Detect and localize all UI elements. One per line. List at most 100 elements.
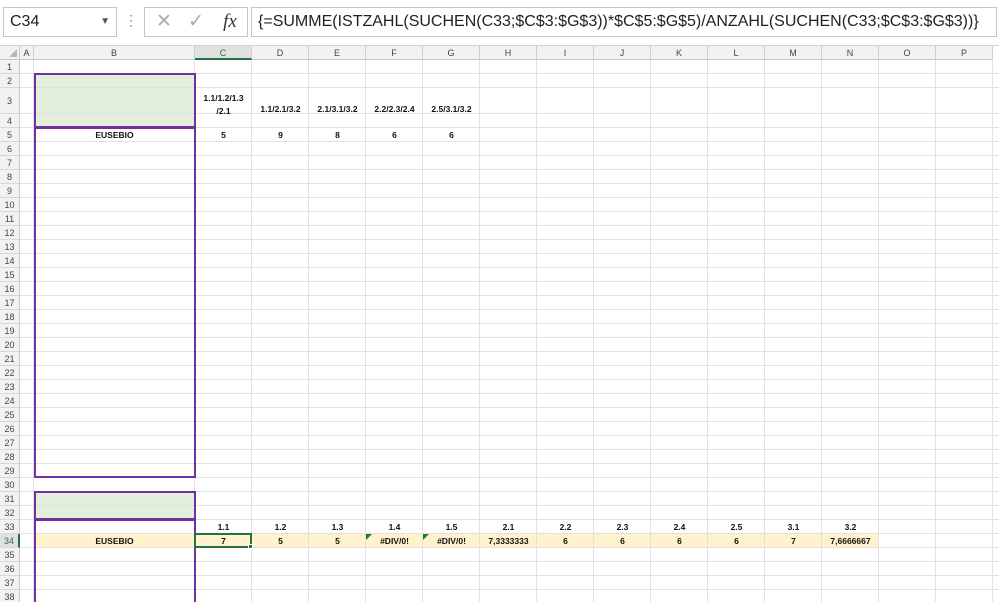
row-header-21[interactable]: 21 [0, 352, 20, 366]
block2-header-cell[interactable]: 2.3 [594, 520, 651, 534]
row-header-23[interactable]: 23 [0, 380, 20, 394]
row-header-1[interactable]: 1 [0, 60, 20, 74]
row-header-18[interactable]: 18 [0, 310, 20, 324]
block2-value-cell[interactable]: 7,6666667 [822, 534, 879, 548]
row-header-35[interactable]: 35 [0, 548, 20, 562]
row-header-11[interactable]: 11 [0, 212, 20, 226]
row-header-22[interactable]: 22 [0, 366, 20, 380]
block2-header-cell[interactable]: 1.4 [366, 520, 423, 534]
block2-value-cell[interactable]: #DIV/0! [366, 534, 423, 548]
column-header-b[interactable]: B [34, 46, 195, 60]
block2-value-cell[interactable]: 5 [309, 534, 366, 548]
row-header-17[interactable]: 17 [0, 296, 20, 310]
spreadsheet-grid[interactable]: A B C D E F G H I J K L M N O P 1 2 3 4 5 6 7 8 9 10 11 12 13 14 15 16 1… [0, 46, 999, 602]
block2-header-cell[interactable]: 1.1 [195, 520, 252, 534]
row-header-36[interactable]: 36 [0, 562, 20, 576]
block2-value-cell[interactable]: 6 [651, 534, 708, 548]
block1-header-line: 2.2/2.3/2.4 [374, 104, 415, 114]
block2-header-cell[interactable]: 1.3 [309, 520, 366, 534]
row-header-31[interactable]: 31 [0, 492, 20, 506]
row-header-20[interactable]: 20 [0, 338, 20, 352]
block1-value-cell[interactable]: 8 [309, 128, 366, 142]
block2-header-cell[interactable]: 3.2 [822, 520, 879, 534]
block2-header-cell[interactable]: 3.1 [765, 520, 822, 534]
name-box-dropdown-icon[interactable]: ▼ [100, 8, 110, 36]
block2-header-cell[interactable]: 2.2 [537, 520, 594, 534]
column-header-e[interactable]: E [309, 46, 366, 60]
block2-value-cell[interactable]: #DIV/0! [423, 534, 480, 548]
row-header-32[interactable]: 32 [0, 506, 20, 520]
column-header-n[interactable]: N [822, 46, 879, 60]
column-header-h[interactable]: H [480, 46, 537, 60]
row-header-16[interactable]: 16 [0, 282, 20, 296]
insert-function-icon[interactable]: fx [215, 8, 245, 36]
column-header-j[interactable]: J [594, 46, 651, 60]
block2-header-cell[interactable]: 2.5 [708, 520, 765, 534]
row-header-33[interactable]: 33 [0, 520, 20, 534]
column-header-m[interactable]: M [765, 46, 822, 60]
row-header-12[interactable]: 12 [0, 226, 20, 240]
more-options-icon[interactable]: ⋮ [124, 12, 138, 29]
row-header-30[interactable]: 30 [0, 478, 20, 492]
column-header-i[interactable]: I [537, 46, 594, 60]
column-header-g[interactable]: G [423, 46, 480, 60]
row-header-19[interactable]: 19 [0, 324, 20, 338]
formula-input[interactable]: {=SUMME(ISTZAHL(SUCHEN(C33;$C$3:$G$3))*$… [251, 7, 997, 37]
row-header-34[interactable]: 34 [0, 534, 20, 548]
block2-header-cell[interactable]: 2.4 [651, 520, 708, 534]
block1-value-cell[interactable]: 6 [366, 128, 423, 142]
block2-value-cell[interactable]: 7 [765, 534, 822, 548]
block2-header-cell[interactable]: 1.5 [423, 520, 480, 534]
block2-value-cell[interactable]: 6 [708, 534, 765, 548]
block2-value-cell[interactable]: 7,3333333 [480, 534, 537, 548]
block2-value-cell[interactable]: 6 [594, 534, 651, 548]
row-header-5[interactable]: 5 [0, 128, 20, 142]
cancel-icon[interactable]: ✕ [149, 8, 179, 36]
column-header-d[interactable]: D [252, 46, 309, 60]
active-cell-selection[interactable] [194, 533, 252, 548]
block2-header-cell[interactable]: 1.2 [252, 520, 309, 534]
column-header-k[interactable]: K [651, 46, 708, 60]
row-header-25[interactable]: 25 [0, 408, 20, 422]
block1-value-cell[interactable]: 5 [195, 128, 252, 142]
row-header-7[interactable]: 7 [0, 156, 20, 170]
row-header-9[interactable]: 9 [0, 184, 20, 198]
row-header-27[interactable]: 27 [0, 436, 20, 450]
column-header-o[interactable]: O [879, 46, 936, 60]
row-header-29[interactable]: 29 [0, 464, 20, 478]
row-header-28[interactable]: 28 [0, 450, 20, 464]
column-header-f[interactable]: F [366, 46, 423, 60]
column-header-a[interactable]: A [20, 46, 34, 60]
block2-value-cell[interactable]: 5 [252, 534, 309, 548]
block1-header-cell[interactable]: 2.2/2.3/2.4 [366, 78, 423, 118]
row-header-15[interactable]: 15 [0, 268, 20, 282]
column-header-l[interactable]: L [708, 46, 765, 60]
row-header-37[interactable]: 37 [0, 576, 20, 590]
block1-header-cell[interactable]: 1.1/2.1/3.2 [252, 78, 309, 118]
block1-header-cell[interactable]: 2.5/3.1/3.2 [423, 78, 480, 118]
name-box[interactable]: C34 ▼ [3, 7, 117, 37]
row-header-13[interactable]: 13 [0, 240, 20, 254]
row-header-14[interactable]: 14 [0, 254, 20, 268]
enter-icon[interactable]: ✓ [181, 8, 211, 36]
block1-value-cell[interactable]: 9 [252, 128, 309, 142]
fill-handle[interactable] [248, 544, 253, 549]
select-all-corner[interactable] [0, 46, 20, 60]
row-header-3[interactable]: 3 [0, 88, 20, 114]
row-header-8[interactable]: 8 [0, 170, 20, 184]
block2-header-cell[interactable]: 2.1 [480, 520, 537, 534]
row-header-26[interactable]: 26 [0, 422, 20, 436]
block1-header-line: 2.1/3.1/3.2 [317, 104, 358, 114]
row-header-24[interactable]: 24 [0, 394, 20, 408]
row-header-4[interactable]: 4 [0, 114, 20, 128]
row-header-38[interactable]: 38 [0, 590, 20, 602]
block1-header-cell[interactable]: 1.1/1.2/1.3/2.1 [195, 78, 252, 118]
column-header-c[interactable]: C [195, 46, 252, 60]
block2-value-cell[interactable]: 6 [537, 534, 594, 548]
block1-header-cell[interactable]: 2.1/3.1/3.2 [309, 78, 366, 118]
row-header-10[interactable]: 10 [0, 198, 20, 212]
row-header-6[interactable]: 6 [0, 142, 20, 156]
row-header-2[interactable]: 2 [0, 74, 20, 88]
block1-value-cell[interactable]: 6 [423, 128, 480, 142]
column-header-p[interactable]: P [936, 46, 993, 60]
